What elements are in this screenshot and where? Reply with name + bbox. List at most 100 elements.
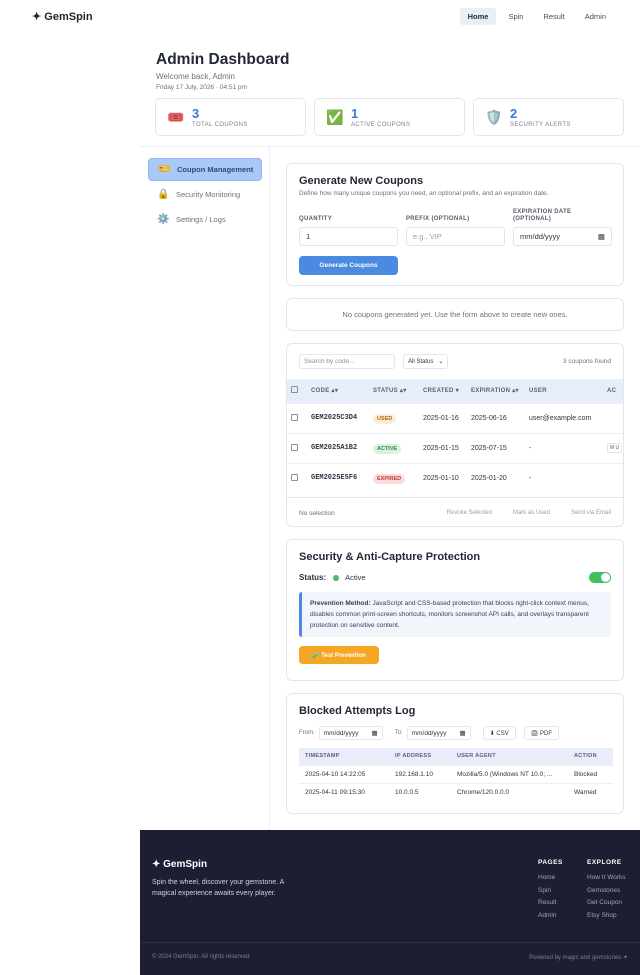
navbar: ✦ GemSpin Home Spin Result Admin (0, 0, 640, 33)
status-value: Active (345, 573, 366, 582)
footer-link-how-it-works[interactable]: How It Works (587, 872, 626, 885)
user-cell: user@example.com (525, 402, 603, 433)
stat-active-coupons: ✅ 1 ACTIVE COUPONS (314, 98, 465, 136)
footer-link-spin[interactable]: Spin (538, 885, 563, 898)
col-expiration[interactable]: EXPIRATION ▴▾ (467, 379, 525, 403)
status-filter-value: All Status (408, 358, 434, 365)
divider (140, 146, 640, 147)
status-label: Status: (299, 573, 327, 582)
table-row: GEM2025E5F6 EXPIRED 2025-01-10 2025-01-2… (287, 462, 623, 493)
mark-as-used-button[interactable]: Mark as Used (513, 510, 550, 516)
actions-cell (603, 402, 623, 433)
col-user-agent: USER AGENT (451, 748, 568, 765)
col-ip: IP ADDRESS (389, 748, 451, 765)
status-filter-select[interactable]: All Status ⌄ (403, 354, 449, 369)
calendar-icon[interactable]: ▦ (372, 729, 378, 737)
search-input[interactable]: Search by code... (299, 354, 395, 369)
col-created[interactable]: CREATED ▾ (419, 379, 467, 403)
table-row: 2025-04-11 09:15:30 10.0.0.5 Chrome/120.… (299, 782, 613, 801)
footer-link-admin[interactable]: Admin (538, 910, 563, 923)
user-agent-cell: Mozilla/5.0 (Windows NT 10.0; ... (451, 764, 568, 783)
powered-by: Powered by magic and gemstones ✦ (529, 955, 628, 961)
to-date-input[interactable]: mm/dd/yyyy ▦ (406, 726, 471, 740)
revoke-selected-button[interactable]: Revoke Selected (447, 510, 492, 516)
to-label: To: (394, 730, 403, 736)
blocked-attempts-card: Blocked Attempts Log From: mm/dd/yyyy ▦ T… (286, 693, 624, 814)
created-cell: 2025-01-10 (419, 462, 467, 493)
sidebar-item-settings-logs[interactable]: ⚙️ Settings / Logs (148, 208, 262, 231)
sidebar-item-security-monitoring[interactable]: 🔒 Security Monitoring (148, 183, 262, 206)
timestamp-cell: 2025-04-11 09:15:30 (299, 782, 389, 801)
ticket-icon: 🎫 (158, 164, 171, 175)
list-toolbar: Search by code... All Status ⌄ 3 coupons … (287, 344, 623, 379)
footer-link-gemstones[interactable]: Gemstones (587, 885, 626, 898)
generate-coupons-button[interactable]: Generate Coupons (299, 256, 398, 275)
ip-cell: 192.168.1.10 (389, 764, 451, 783)
stat-value: 3 (192, 105, 200, 121)
stat-label: ACTIVE COUPONS (351, 121, 411, 128)
date-value: mm/dd/yyyy (520, 232, 561, 241)
generate-coupons-card: Generate New Coupons Define how many uni… (286, 163, 624, 286)
nav-link-home[interactable]: Home (459, 8, 497, 25)
protection-status: Status: Active (299, 572, 611, 583)
footer-link-result[interactable]: Result (538, 897, 563, 910)
expiration-date-input[interactable]: mm/dd/yyyy ▦ (513, 227, 612, 246)
check-icon: ✅ (326, 108, 344, 125)
expiration-cell: 2025-06-16 (467, 402, 525, 433)
row-action-button[interactable]: M U (607, 443, 623, 453)
empty-state: No coupons generated yet. Use the form a… (286, 298, 624, 331)
export-csv-button[interactable]: ⬇ CSV (482, 726, 516, 740)
table-row: GEM2025C3D4 USED 2025-01-16 2025-06-16 u… (287, 402, 623, 433)
col-user: USER (525, 379, 603, 403)
timestamp-cell: 2025-04-10 14:22:05 (299, 764, 389, 783)
footer-brand[interactable]: ✦ GemSpin (152, 859, 207, 870)
quantity-label: QUANTITY (299, 216, 333, 222)
protection-toggle[interactable] (589, 572, 611, 583)
footer-tagline: Spin the wheel, discover your gemstone. … (152, 879, 284, 897)
footer-pages: PAGES Home Spin Result Admin (538, 859, 563, 922)
quantity-input[interactable]: 1 (299, 227, 398, 246)
generate-form: QUANTITY 1 PREFIX (OPTIONAL) e.g., VIP E… (299, 209, 612, 246)
footer-link-home[interactable]: Home (538, 872, 563, 885)
row-checkbox[interactable] (291, 413, 298, 421)
from-date-input[interactable]: mm/dd/yyyy ▦ (318, 726, 383, 740)
card-description: Define how many unique coupons you need,… (299, 190, 549, 197)
welcome-text: Welcome back, Admin (156, 72, 235, 81)
expiration-field-group: EXPIRATION DATE (OPTIONAL) mm/dd/yyyy ▦ (513, 209, 612, 246)
nav-links: Home Spin Result Admin (459, 8, 614, 25)
calendar-icon[interactable]: ▦ (598, 232, 605, 241)
created-cell: 2025-01-15 (419, 432, 467, 463)
coupon-code: GEM2025E5F6 (307, 462, 369, 493)
prefix-input[interactable]: e.g., VIP (406, 227, 505, 246)
col-status[interactable]: STATUS ▴▾ (369, 379, 419, 403)
gear-icon: ⚙️ (157, 214, 170, 225)
stat-label: SECURITY ALERTS (510, 121, 571, 128)
nav-link-spin[interactable]: Spin (500, 8, 531, 25)
row-checkbox[interactable] (291, 443, 298, 451)
footer-link-get-coupon[interactable]: Get Coupon (587, 897, 626, 910)
brand-logo[interactable]: ✦ GemSpin (32, 10, 93, 23)
stat-security-alerts: 🛡️ 2 SECURITY ALERTS (473, 98, 624, 136)
nav-link-result[interactable]: Result (535, 8, 572, 25)
status-badge: ACTIVE (373, 443, 402, 454)
card-title: Security & Anti-Capture Protection (299, 551, 481, 563)
test-prevention-button[interactable]: 🧪 Test Prevention (299, 646, 379, 664)
select-all-header (287, 379, 307, 403)
nav-link-admin[interactable]: Admin (577, 8, 614, 25)
select-all-checkbox[interactable] (291, 386, 298, 394)
row-checkbox[interactable] (291, 473, 298, 481)
send-via-email-button[interactable]: Send via Email (571, 510, 611, 516)
status-cell: USED (369, 402, 419, 433)
card-title: Generate New Coupons (299, 175, 424, 187)
calendar-icon[interactable]: ▦ (460, 729, 466, 737)
expiration-label: EXPIRATION DATE (OPTIONAL) (513, 209, 572, 222)
table-row: GEM2025A1B2 ACTIVE 2025-01-15 2025-07-15… (287, 432, 623, 463)
col-actions: AC (603, 379, 623, 403)
sidebar-item-coupon-management[interactable]: 🎫 Coupon Management (148, 158, 262, 181)
col-code[interactable]: CODE ▴▾ (307, 379, 369, 403)
export-pdf-button[interactable]: 🖨 PDF (523, 726, 560, 740)
coupon-list-card: Search by code... All Status ⌄ 3 coupons … (286, 343, 624, 527)
date-value: mm/dd/yyyy (323, 729, 359, 737)
footer-link-etsy-shop[interactable]: Etsy Shop (587, 910, 626, 923)
footer-explore: EXPLORE How It Works Gemstones Get Coupo… (587, 859, 626, 922)
